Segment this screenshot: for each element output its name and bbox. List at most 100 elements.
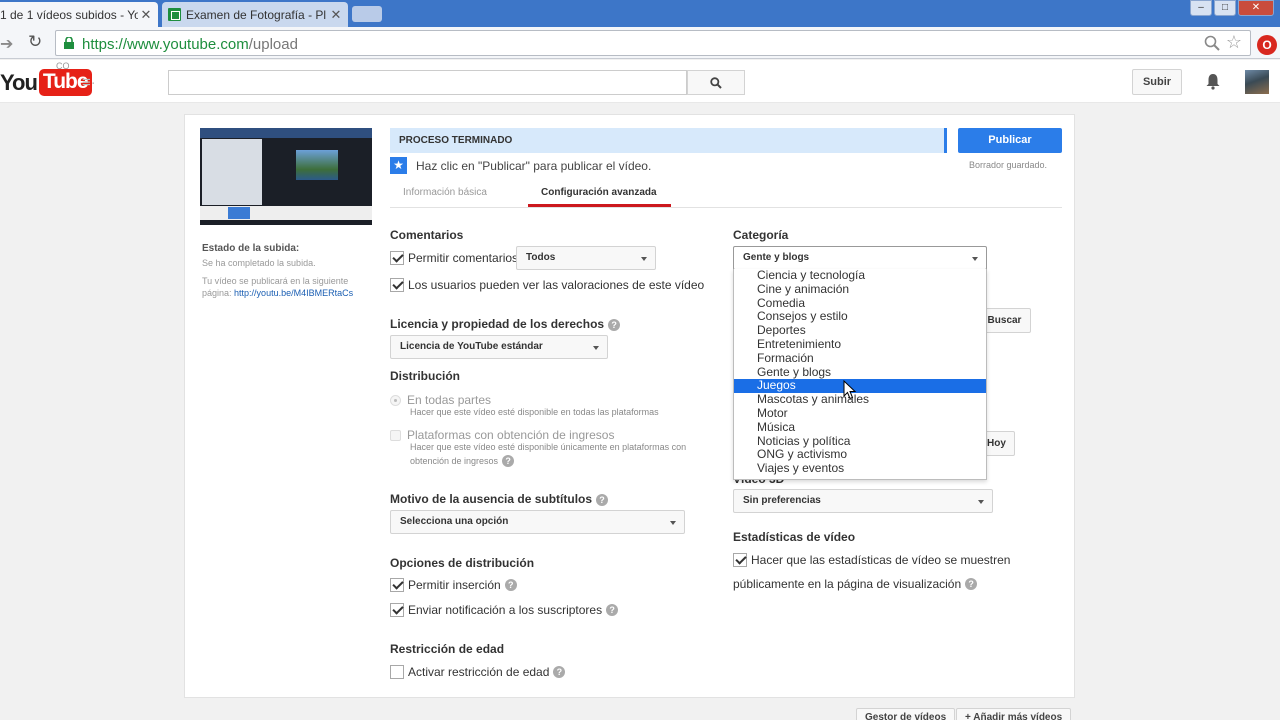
tab-title: Examen de Fotografía - Pl xyxy=(186,7,327,22)
chevron-down-icon xyxy=(641,257,647,261)
avatar[interactable] xyxy=(1245,70,1269,94)
new-tab-button[interactable] xyxy=(352,6,382,22)
license-select[interactable]: Licencia de YouTube estándar xyxy=(390,335,608,359)
category-option[interactable]: Entretenimiento xyxy=(734,337,986,352)
help-icon[interactable]: ? xyxy=(606,604,619,616)
video-stats-row-cont: públicamente en la página de visualizaci… xyxy=(733,577,978,591)
everywhere-description: Hacer que este vídeo esté disponible en … xyxy=(410,407,659,417)
subtitles-reason-select[interactable]: Selecciona una opción xyxy=(390,510,685,534)
opera-extension-icon[interactable]: O xyxy=(1257,35,1277,55)
age-restriction-checkbox[interactable] xyxy=(390,665,404,679)
tab-title: 1 de 1 vídeos subidos - Yo xyxy=(0,7,138,22)
category-title: Categoría xyxy=(733,228,789,242)
publish-hint: Haz clic en "Publicar" para publicar el … xyxy=(416,159,652,173)
category-option[interactable]: Cine y animación xyxy=(734,282,986,297)
upload-progress-bar: PROCESO TERMINADO xyxy=(390,128,947,153)
category-option[interactable]: Motor xyxy=(734,406,986,421)
browser-tab-youtube[interactable]: 1 de 1 vídeos subidos - Yo ✕ xyxy=(0,2,158,27)
search-button[interactable] xyxy=(687,70,745,95)
publish-note: Tu vídeo se publicará en la siguiente pá… xyxy=(202,276,354,298)
chevron-down-icon xyxy=(670,521,676,525)
upload-status-label: Estado de la subida: xyxy=(202,243,300,254)
url-text: https://www.youtube.com/upload xyxy=(82,36,298,53)
help-icon[interactable]: ? xyxy=(596,494,609,506)
browser-toolbar: ➔ ↻ https://www.youtube.com/upload ☆ xyxy=(0,27,1280,59)
upload-status-text: Se ha completado la subida. xyxy=(202,258,316,268)
category-select[interactable]: Gente y blogs xyxy=(733,246,987,270)
notify-subscribers-row[interactable]: Enviar notificación a los suscriptores? xyxy=(390,603,619,617)
bookmark-star-icon[interactable]: ☆ xyxy=(1226,32,1242,53)
video-3d-select[interactable]: Sin preferencias xyxy=(733,489,993,513)
tab-advanced-settings[interactable]: Configuración avanzada xyxy=(541,187,657,198)
active-tab-indicator xyxy=(528,204,671,207)
comments-title: Comentarios xyxy=(390,228,464,242)
chevron-down-icon xyxy=(593,346,599,350)
video-stats-row[interactable]: Hacer que las estadísticas de vídeo se m… xyxy=(733,553,1010,567)
upload-button[interactable]: Subir xyxy=(1132,69,1182,95)
help-icon[interactable]: ? xyxy=(965,578,978,590)
draft-saved-text: Borrador guardado. xyxy=(969,160,1048,170)
radio-monetized[interactable] xyxy=(390,429,401,441)
category-option[interactable]: Mascotas y animales xyxy=(734,392,986,407)
address-bar[interactable]: https://www.youtube.com/upload ☆ xyxy=(55,30,1251,56)
add-more-videos-button[interactable]: + Añadir más vídeos xyxy=(956,708,1072,720)
show-ratings-row[interactable]: Los usuarios pueden ver las valoraciones… xyxy=(390,278,704,292)
browser-tab-strip: 1 de 1 vídeos subidos - Yo ✕ Examen de F… xyxy=(0,0,1280,27)
allow-comments-row[interactable]: Permitir comentarios xyxy=(390,251,518,265)
show-ratings-checkbox[interactable] xyxy=(390,278,404,292)
country-code: CO xyxy=(56,61,70,71)
license-title: Licencia y propiedad de los derechos? xyxy=(390,317,621,331)
maximize-icon[interactable]: □ xyxy=(1214,0,1236,16)
publish-button[interactable]: Publicar xyxy=(958,128,1062,153)
help-icon[interactable]: ? xyxy=(504,579,517,591)
category-option[interactable]: Comedia xyxy=(734,296,986,311)
category-option-highlighted[interactable]: Juegos xyxy=(734,379,986,394)
zoom-icon[interactable] xyxy=(1204,35,1220,51)
category-option[interactable]: Gente y blogs xyxy=(734,365,986,380)
back-arrow-icon[interactable]: ➔ xyxy=(0,34,13,54)
allow-embed-row[interactable]: Permitir inserción? xyxy=(390,578,517,592)
chevron-down-icon xyxy=(972,257,978,261)
category-option[interactable]: ONG y activismo xyxy=(734,448,986,462)
radio-everywhere[interactable] xyxy=(390,394,401,406)
category-option[interactable]: Música xyxy=(734,420,986,435)
allow-embed-checkbox[interactable] xyxy=(390,578,404,592)
youtube-logo[interactable]: You Tube xyxy=(0,69,92,96)
monetized-description: Hacer que este vídeo esté disponible úni… xyxy=(410,442,687,467)
video-stats-checkbox[interactable] xyxy=(733,553,747,567)
subtitles-title: Motivo de la ausencia de subtítulos? xyxy=(390,492,609,506)
help-icon[interactable]: ? xyxy=(553,666,566,678)
minimize-icon[interactable]: – xyxy=(1190,0,1212,16)
reload-icon[interactable]: ↻ xyxy=(28,32,42,52)
distribution-title: Distribución xyxy=(390,369,461,383)
age-restriction-row[interactable]: Activar restricción de edad? xyxy=(390,665,566,679)
tab-basic-info[interactable]: Información básica xyxy=(403,187,487,198)
video-link[interactable]: http://youtu.be/M4IBMERtaCs xyxy=(234,288,353,298)
help-icon[interactable]: ? xyxy=(502,455,515,467)
search-icon xyxy=(710,77,722,89)
search-input[interactable] xyxy=(168,70,687,95)
guide-menu-icon[interactable]: ≡· xyxy=(82,74,96,91)
distribution-options-title: Opciones de distribución xyxy=(390,556,535,570)
tab-close-icon[interactable]: ✕ xyxy=(138,7,154,23)
allow-comments-checkbox[interactable] xyxy=(390,251,404,265)
category-option[interactable]: Ciencia y tecnología xyxy=(734,268,986,283)
comments-filter-select[interactable]: Todos xyxy=(516,246,656,270)
close-window-icon[interactable]: ✕ xyxy=(1238,0,1274,16)
notify-subscribers-checkbox[interactable] xyxy=(390,603,404,617)
video-manager-button[interactable]: Gestor de vídeos xyxy=(856,708,956,720)
category-option[interactable]: Deportes xyxy=(734,323,986,338)
category-option[interactable]: Viajes y eventos xyxy=(734,461,986,476)
help-icon[interactable]: ? xyxy=(608,319,621,331)
mouse-cursor-icon xyxy=(843,380,857,400)
category-option[interactable]: Noticias y política xyxy=(734,434,986,449)
star-icon: ★ xyxy=(390,157,407,174)
notifications-bell-icon[interactable] xyxy=(1204,72,1222,90)
video-stats-title: Estadísticas de vídeo xyxy=(733,530,856,544)
category-option[interactable]: Formación xyxy=(734,351,986,366)
sheets-icon xyxy=(168,8,181,21)
browser-tab-sheets[interactable]: Examen de Fotografía - Pl ✕ xyxy=(162,2,348,27)
window-controls: – □ ✕ xyxy=(1188,0,1274,16)
tab-close-icon[interactable]: ✕ xyxy=(328,7,344,23)
category-option[interactable]: Consejos y estilo xyxy=(734,310,986,324)
